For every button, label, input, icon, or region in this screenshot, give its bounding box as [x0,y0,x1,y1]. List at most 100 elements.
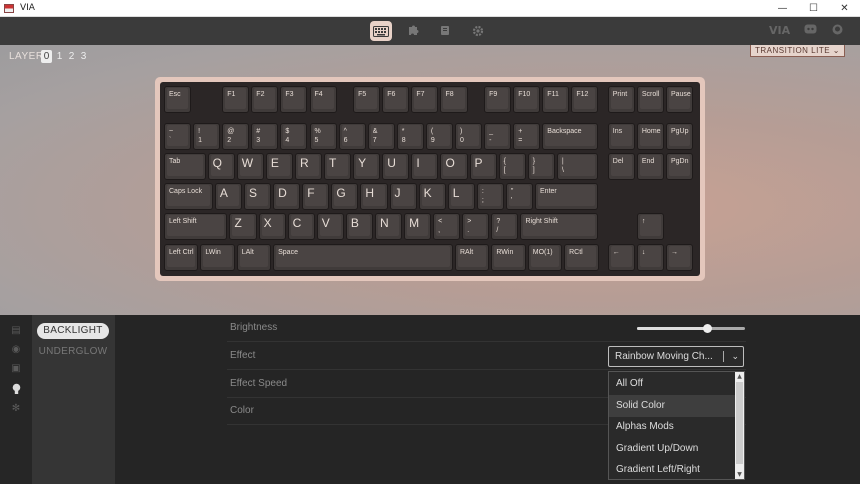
lighting-profile-button[interactable]: TRANSITION LITE ⌄ [750,45,845,57]
gear-icon[interactable]: ✻ [10,403,22,415]
key-leftctrl[interactable]: Left Ctrl [164,244,199,271]
key-r2k13[interactable]: | \ [556,153,599,180]
key-pgup[interactable]: PgUp [665,123,694,150]
key-ralt[interactable]: RAlt [455,244,490,271]
key-t[interactable]: T [324,153,352,180]
dropdown-option[interactable]: Gradient Left/Right [609,459,736,479]
key-backspace[interactable]: Backspace [542,123,599,150]
key-r5k8[interactable]: ← [607,244,635,271]
dropdown-option[interactable]: Alphas Mods [609,416,736,438]
brightness-slider-thumb[interactable] [703,324,713,333]
dropdown-option[interactable]: All Off [609,373,736,395]
key-q[interactable]: Q [207,153,235,180]
key-j[interactable]: J [389,183,417,210]
key-f2[interactable]: F2 [251,86,279,113]
key-enter[interactable]: Enter [535,183,599,210]
key-r3k11[interactable]: " ' [505,183,534,210]
key-f9[interactable]: F9 [484,86,512,113]
key-mo1[interactable]: MO(1) [527,244,563,271]
key-b[interactable]: B [345,213,373,240]
dropdown-scrollbar[interactable]: ▲ ▼ [735,372,744,479]
github-icon[interactable] [832,24,843,38]
key-r4k12[interactable]: ↑ [636,213,664,240]
key-tab[interactable]: Tab [164,153,206,180]
submenu-backlight[interactable]: BACKLIGHT [37,323,109,339]
key-d[interactable]: D [273,183,301,210]
key-r5k10[interactable]: → [665,244,694,271]
key-9[interactable]: ( 9 [425,123,453,150]
key-f10[interactable]: F10 [513,86,541,113]
key-n[interactable]: N [374,213,403,240]
key-ins[interactable]: Ins [607,123,635,150]
key-pgdn[interactable]: PgDn [665,153,694,180]
key-del[interactable]: Del [607,153,635,180]
key-f1[interactable]: F1 [222,86,250,113]
key-r1k11[interactable]: _ - [484,123,512,150]
layer-3-button[interactable]: 3 [78,50,89,63]
key-2[interactable]: @ 2 [222,123,250,150]
key-5[interactable]: % 5 [309,123,337,150]
minimize-button[interactable]: — [767,0,798,17]
key-8[interactable]: * 8 [396,123,424,150]
key-1[interactable]: ! 1 [193,123,221,150]
discord-icon[interactable] [804,24,817,37]
key-f11[interactable]: F11 [542,86,570,113]
key-s[interactable]: S [244,183,272,210]
key-3[interactable]: # 3 [251,123,279,150]
key-l[interactable]: L [447,183,475,210]
key-4[interactable]: $ 4 [280,123,308,150]
key-lwin[interactable]: LWin [200,244,235,271]
key-f8[interactable]: F8 [440,86,468,113]
key-f7[interactable]: F7 [411,86,439,113]
key-rctl[interactable]: RCtl [564,244,599,271]
key-print[interactable]: Print [607,86,635,113]
key-r4k9[interactable]: > . [462,213,490,240]
key-f[interactable]: F [302,183,330,210]
key-p[interactable]: P [469,153,497,180]
gear-icon[interactable] [467,21,489,41]
scroll-thumb[interactable] [736,382,743,464]
key-r[interactable]: R [294,153,323,180]
key-r4k10[interactable]: ? / [491,213,519,240]
key-y[interactable]: Y [353,153,381,180]
key-r2k12[interactable]: } ] [527,153,555,180]
layer-0-button[interactable]: 0 [41,50,52,63]
key-space[interactable]: Space [273,244,453,271]
dropdown-option[interactable]: Solid Color [609,394,736,417]
key-h[interactable]: H [360,183,388,210]
key-g[interactable]: G [331,183,359,210]
effect-select[interactable]: Rainbow Moving Ch... ⌄ [608,346,744,367]
key-leftshift[interactable]: Left Shift [164,213,228,240]
submenu-underglow[interactable]: UNDERGLOW [37,344,109,360]
key-r3k10[interactable]: : ; [476,183,504,210]
key-i[interactable]: I [411,153,439,180]
key-capslock[interactable]: Caps Lock [164,183,213,210]
key-x[interactable]: X [258,213,286,240]
dropdown-option[interactable]: Gradient Up/Down [609,438,736,460]
key-v[interactable]: V [316,213,344,240]
layer-1-button[interactable]: 1 [54,50,65,63]
key-m[interactable]: M [404,213,432,240]
key-r5k9[interactable]: ↓ [636,244,664,271]
key-w[interactable]: W [236,153,264,180]
key-6[interactable]: ^ 6 [338,123,366,150]
save-icon[interactable]: ▤ [10,325,22,337]
key-f6[interactable]: F6 [382,86,410,113]
key-f4[interactable]: F4 [309,86,337,113]
key-f12[interactable]: F12 [571,86,599,113]
key-end[interactable]: End [636,153,664,180]
key-a[interactable]: A [214,183,243,210]
key-r2k11[interactable]: { [ [498,153,526,180]
brightness-slider[interactable] [637,324,745,333]
scroll-down-arrow-icon[interactable]: ▼ [735,470,744,479]
key-scroll[interactable]: Scroll [636,86,664,113]
key-esc[interactable]: Esc [164,86,192,113]
circle-icon[interactable]: ◉ [10,344,22,356]
key-f5[interactable]: F5 [353,86,381,113]
key-u[interactable]: U [382,153,410,180]
key-k[interactable]: K [418,183,446,210]
key-f3[interactable]: F3 [280,86,308,113]
maximize-button[interactable]: ☐ [798,0,829,17]
key-rwin[interactable]: RWin [491,244,526,271]
key-rightshift[interactable]: Right Shift [520,213,599,240]
